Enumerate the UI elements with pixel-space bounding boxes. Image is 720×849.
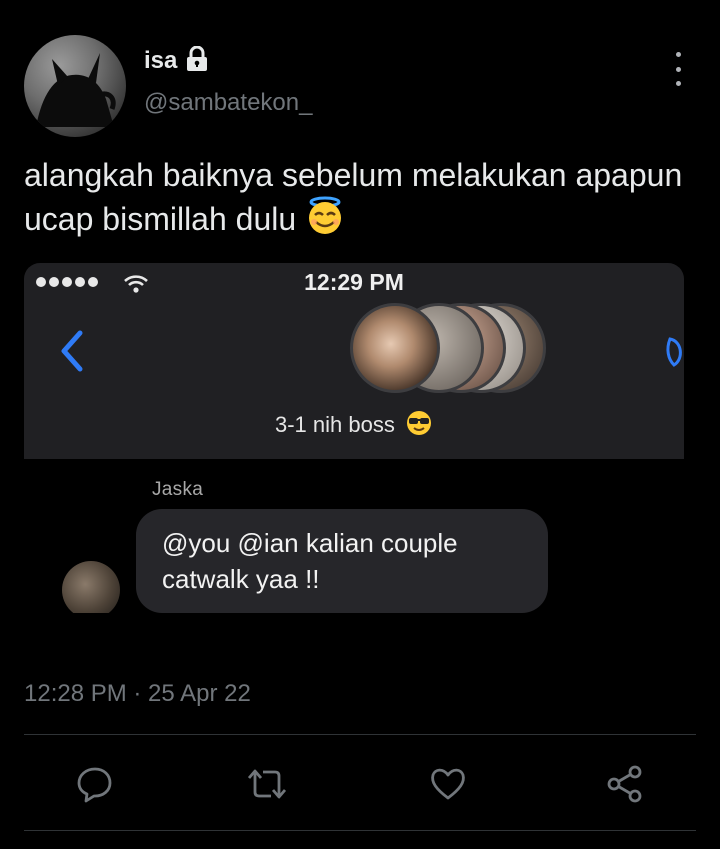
reply-icon[interactable] xyxy=(75,764,115,804)
like-icon[interactable] xyxy=(428,764,468,804)
chat-header: 12:29 PM 3-1 nih boss xyxy=(24,263,684,459)
back-chevron-icon[interactable] xyxy=(58,329,84,378)
message-text: @you @ian kalian couple catwalk yaa !! xyxy=(162,528,458,594)
action-bar xyxy=(0,748,720,818)
group-member-avatar-main xyxy=(350,303,440,393)
author-name-row: isa xyxy=(144,44,209,78)
sunglasses-emoji-icon xyxy=(405,409,433,443)
author-display-name[interactable]: isa xyxy=(144,47,177,75)
tweet-body: alangkah baiknya sebelum melakukan apapu… xyxy=(24,157,683,237)
tweet-timestamp[interactable]: 12:28 PM · 25 Apr 22 xyxy=(24,680,251,708)
message-sender: Jaska xyxy=(152,479,204,500)
group-name-text: 3-1 nih boss xyxy=(275,411,395,437)
retweet-icon[interactable] xyxy=(245,764,287,804)
group-avatars[interactable] xyxy=(326,303,546,393)
status-time: 12:29 PM xyxy=(304,269,404,295)
sender-avatar xyxy=(62,561,120,613)
divider xyxy=(24,830,696,831)
group-name: 3-1 nih boss xyxy=(24,409,684,443)
halo-emoji-icon xyxy=(305,196,345,246)
tweet-text: alangkah baiknya sebelum melakukan apapu… xyxy=(24,155,684,246)
message-bubble: @you @ian kalian couple catwalk yaa !! xyxy=(136,509,548,613)
divider xyxy=(24,734,696,735)
lock-icon xyxy=(185,45,209,77)
attached-screenshot[interactable]: 12:29 PM 3-1 nih boss Jaska @you @ian ka… xyxy=(24,263,684,613)
more-options-icon[interactable] xyxy=(664,52,692,86)
share-icon[interactable] xyxy=(605,764,645,804)
author-handle[interactable]: @sambatekon_ xyxy=(144,89,312,117)
video-call-icon[interactable] xyxy=(664,333,684,374)
profile-avatar[interactable] xyxy=(24,35,126,137)
